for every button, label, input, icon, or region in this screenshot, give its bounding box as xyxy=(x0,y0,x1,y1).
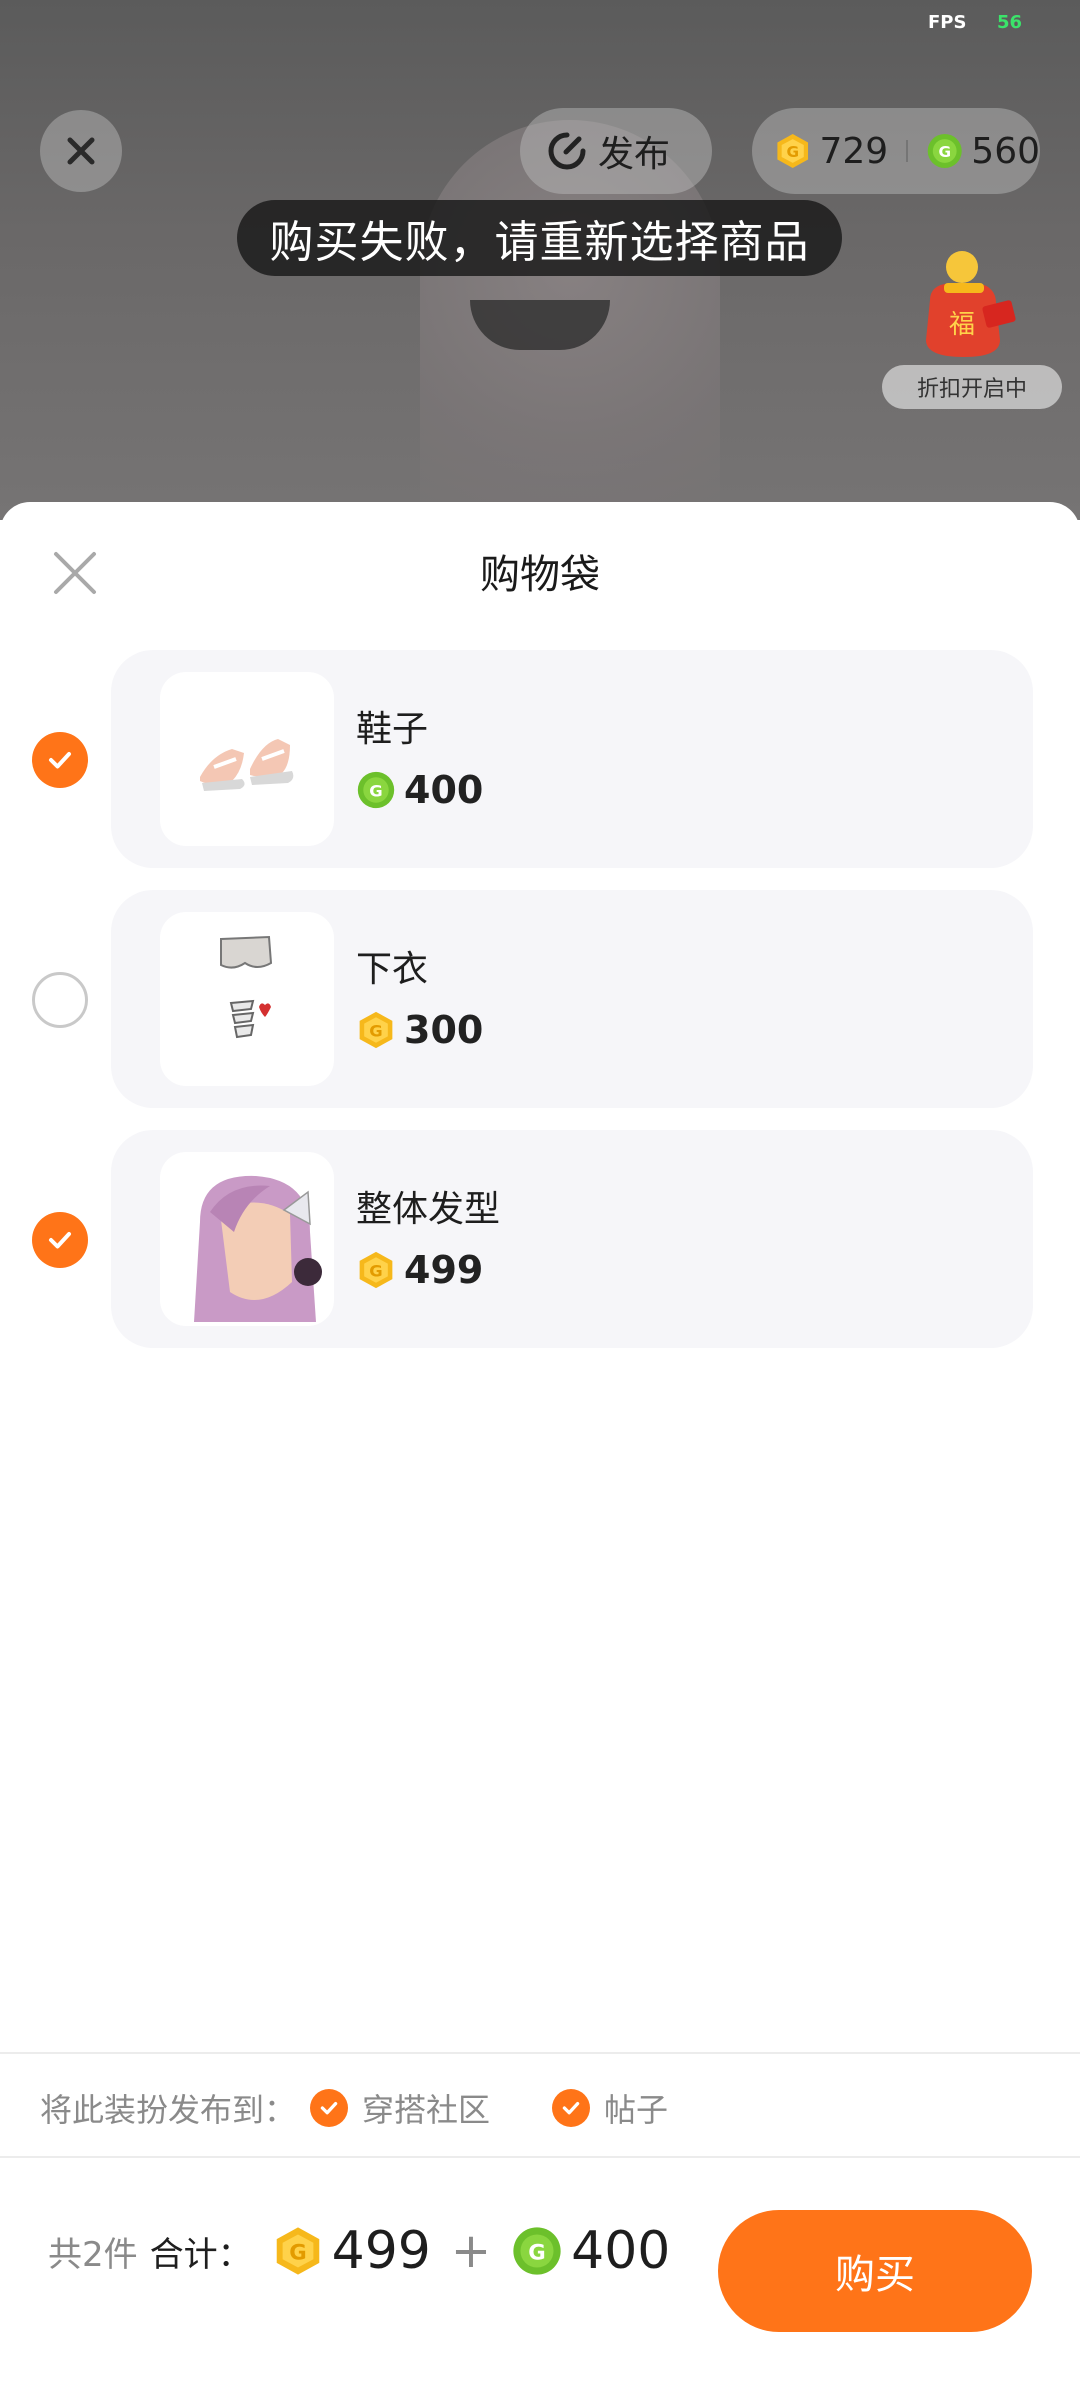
promo-label: 折扣开启中 xyxy=(882,365,1062,409)
check-icon xyxy=(552,2089,591,2127)
item-card[interactable]: 下衣 G 300 xyxy=(111,890,1033,1108)
divider xyxy=(0,2052,1080,2054)
buy-button[interactable]: 购买 xyxy=(718,2210,1032,2332)
svg-text:G: G xyxy=(369,781,382,800)
gold-total: 499 xyxy=(331,2221,431,2281)
item-price-value: 300 xyxy=(404,1008,484,1052)
gold-coin-icon: G xyxy=(359,1011,393,1049)
publish-button[interactable]: 发布 xyxy=(520,108,712,194)
item-price: G 400 xyxy=(356,768,483,812)
check-icon xyxy=(310,2089,349,2127)
item-card[interactable]: 整体发型 G 499 xyxy=(111,1130,1033,1348)
bottoms-image xyxy=(220,935,273,1039)
svg-text:G: G xyxy=(369,1261,382,1280)
option-post[interactable]: 帖子 xyxy=(552,2085,668,2131)
gold-coin-icon: G xyxy=(276,2227,319,2275)
item-checkbox[interactable] xyxy=(32,732,88,788)
item-name: 鞋子 xyxy=(356,709,429,750)
svg-text:G: G xyxy=(289,2240,306,2265)
green-coin-icon: G xyxy=(927,133,962,169)
item-thumbnail xyxy=(160,1152,334,1326)
total-label: 合计： xyxy=(149,2234,252,2275)
item-name: 整体发型 xyxy=(356,1189,501,1230)
fps-value: 56 xyxy=(997,12,1023,33)
option-label: 穿搭社区 xyxy=(362,2091,491,2129)
green-balance: 560 xyxy=(971,130,1041,172)
purchase-failed-toast: 购买失败，请重新选择商品 xyxy=(237,200,842,276)
cart-item[interactable]: 下衣 G 300 xyxy=(0,890,1080,1108)
svg-text:G: G xyxy=(938,143,951,161)
svg-text:G: G xyxy=(528,2240,545,2265)
publish-label: 发布 xyxy=(598,134,671,175)
close-scene-button[interactable] xyxy=(40,110,122,192)
coin-balance[interactable]: G 729 G 560 xyxy=(752,108,1040,194)
cart-item[interactable]: 鞋子 G 400 xyxy=(0,650,1080,868)
green-coin-icon: G xyxy=(513,2227,561,2275)
item-thumbnail xyxy=(160,672,334,846)
option-community[interactable]: 穿搭社区 xyxy=(310,2085,490,2131)
item-price: G 499 xyxy=(356,1248,483,1292)
publish-to-label: 将此装扮发布到： xyxy=(40,2091,297,2129)
divider xyxy=(0,2156,1080,2158)
check-icon xyxy=(49,1232,71,1249)
publish-to-row: 将此装扮发布到： 穿搭社区 帖子 xyxy=(40,2083,668,2133)
sandals-image xyxy=(200,739,294,791)
svg-text:G: G xyxy=(369,1021,382,1040)
option-label: 帖子 xyxy=(604,2091,669,2129)
balance-divider xyxy=(906,140,908,162)
gold-coin-icon: G xyxy=(777,133,809,169)
gold-coin-icon: G xyxy=(359,1251,393,1289)
sheet-title: 购物袋 xyxy=(480,552,600,598)
svg-text:福: 福 xyxy=(949,310,975,340)
publish-icon xyxy=(548,132,586,170)
item-checkbox[interactable] xyxy=(32,1212,88,1268)
gold-balance: 729 xyxy=(819,130,889,172)
item-price-value: 400 xyxy=(404,768,484,812)
item-price-value: 499 xyxy=(404,1248,484,1292)
order-summary: 共2件 合计： G 499 + G 400 xyxy=(48,2216,670,2286)
cart-item[interactable]: 整体发型 G 499 xyxy=(0,1130,1080,1348)
item-card[interactable]: 鞋子 G 400 xyxy=(111,650,1033,868)
item-name: 下衣 xyxy=(356,949,429,990)
svg-text:G: G xyxy=(786,143,799,161)
hairstyle-image xyxy=(194,1175,322,1322)
lucky-bag-icon: 福 xyxy=(926,251,1016,357)
green-total: 400 xyxy=(571,2221,671,2281)
item-price: G 300 xyxy=(356,1008,483,1052)
item-count: 共2件 xyxy=(48,2234,138,2275)
item-checkbox[interactable] xyxy=(32,972,88,1028)
check-icon xyxy=(49,752,71,769)
plus-sign: + xyxy=(450,2223,492,2279)
discount-promo[interactable]: 福 折扣开启中 xyxy=(882,225,1062,409)
close-icon xyxy=(67,137,95,165)
fps-label: FPS xyxy=(928,12,967,33)
green-coin-icon: G xyxy=(357,771,395,809)
item-thumbnail xyxy=(160,912,334,1086)
